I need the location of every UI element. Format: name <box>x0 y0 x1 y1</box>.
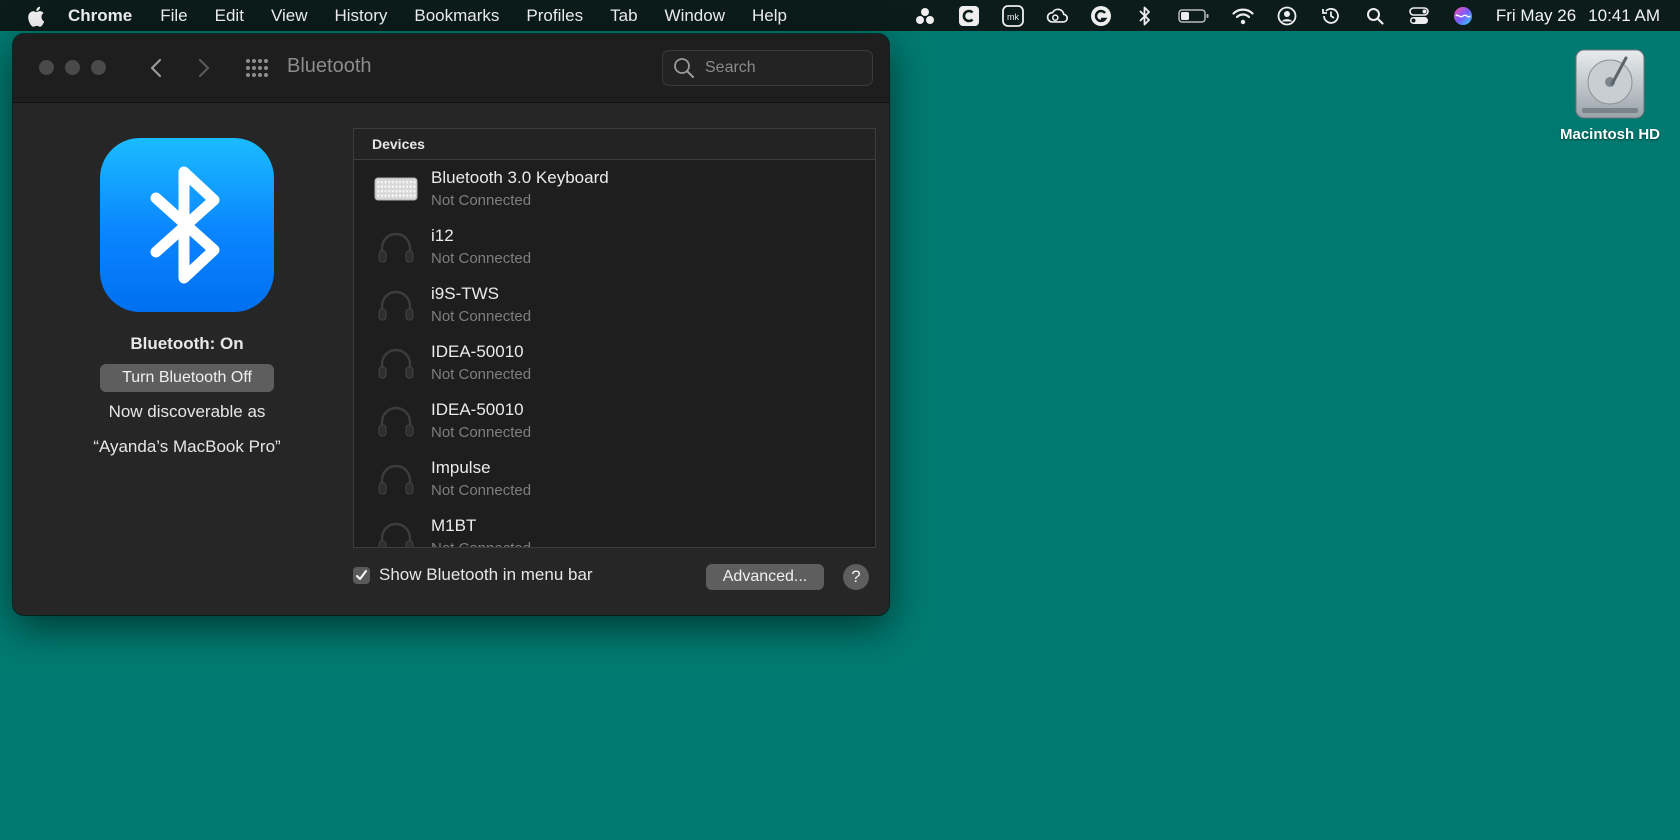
menu-window[interactable]: Window <box>665 6 725 26</box>
wifi-icon[interactable] <box>1232 5 1254 27</box>
dots-cluster-icon[interactable] <box>914 5 936 27</box>
menubar-time[interactable]: 10:41 AM <box>1588 6 1660 26</box>
desktop-icon-label: Macintosh HD <box>1559 126 1660 143</box>
turn-bluetooth-off-button[interactable]: Turn Bluetooth Off <box>100 364 274 392</box>
device-row[interactable]: Impulse Not Connected <box>354 450 875 508</box>
device-status: Not Connected <box>431 482 532 499</box>
bluetooth-preferences-window: Bluetooth Bluetooth: On Turn Bluetooth O… <box>13 34 889 615</box>
search-input[interactable] <box>703 58 857 78</box>
battery-icon[interactable] <box>1178 5 1210 27</box>
headphones-icon <box>374 288 418 322</box>
menu-bar: Chrome File Edit View History Bookmarks … <box>0 0 1680 31</box>
menu-history[interactable]: History <box>334 6 387 26</box>
grammarly-icon[interactable] <box>1090 5 1112 27</box>
discoverable-label: Now discoverable as <box>108 402 266 421</box>
device-status: Not Connected <box>431 250 532 267</box>
headphones-icon <box>374 404 418 438</box>
device-row[interactable]: i9S-TWS Not Connected <box>354 276 875 334</box>
keyboard-icon <box>374 172 418 206</box>
apple-menu-icon[interactable] <box>26 5 48 27</box>
device-name: i9S-TWS <box>431 284 499 303</box>
spotlight-search-icon[interactable] <box>1364 5 1386 27</box>
device-row[interactable]: IDEA-50010 Not Connected <box>354 334 875 392</box>
device-row[interactable]: Bluetooth 3.0 Keyboard Not Connected <box>354 160 875 218</box>
advanced-button[interactable]: Advanced... <box>706 564 824 590</box>
devices-header: Devices <box>354 129 875 160</box>
search-icon <box>673 57 695 79</box>
siri-icon[interactable] <box>1452 5 1474 27</box>
mk-app-icon[interactable]: mk <box>1001 4 1024 27</box>
device-name: Impulse <box>431 458 491 477</box>
headphones-icon <box>374 462 418 496</box>
menu-app-name[interactable]: Chrome <box>68 6 132 26</box>
device-name: IDEA-50010 <box>431 400 524 419</box>
devices-list[interactable]: Devices Bluetooth 3.0 Keyboard Not Connec… <box>353 128 876 548</box>
show-all-grid-icon[interactable] <box>243 55 269 81</box>
device-status: Not Connected <box>431 540 531 547</box>
device-row[interactable]: M1BT Not Connected <box>354 508 875 547</box>
device-name: IDEA-50010 <box>431 342 524 361</box>
menubar-date[interactable]: Fri May 26 <box>1496 6 1576 26</box>
window-toolbar: Bluetooth <box>13 34 889 103</box>
device-name: Bluetooth 3.0 Keyboard <box>431 168 609 187</box>
menu-help[interactable]: Help <box>752 6 787 26</box>
c-app-icon[interactable] <box>958 5 980 27</box>
bluetooth-logo-icon <box>100 138 274 312</box>
headphones-icon <box>374 346 418 380</box>
hard-drive-icon <box>1572 46 1648 122</box>
device-name: i12 <box>431 226 454 245</box>
zoom-button[interactable] <box>91 60 106 75</box>
forward-arrow-icon[interactable] <box>191 54 217 82</box>
status-area: mk Fri May 26 10:41 AM <box>914 0 1680 31</box>
minimize-button[interactable] <box>65 60 80 75</box>
user-icon[interactable] <box>1276 5 1298 27</box>
bluetooth-icon[interactable] <box>1134 5 1156 27</box>
device-row[interactable]: IDEA-50010 Not Connected <box>354 392 875 450</box>
device-status: Not Connected <box>431 424 532 441</box>
show-bluetooth-checkbox[interactable] <box>353 566 370 584</box>
discoverable-name: “Ayanda’s MacBook Pro” <box>93 437 281 456</box>
device-name: M1BT <box>431 516 477 535</box>
back-arrow-icon[interactable] <box>143 54 169 82</box>
window-title: Bluetooth <box>287 55 372 77</box>
menu-profiles[interactable]: Profiles <box>526 6 583 26</box>
menu-edit[interactable]: Edit <box>215 6 244 26</box>
search-field[interactable] <box>662 50 873 86</box>
menu-file[interactable]: File <box>160 6 187 26</box>
time-machine-icon[interactable] <box>1320 5 1342 27</box>
menu-tab[interactable]: Tab <box>610 6 637 26</box>
svg-text:mk: mk <box>1007 12 1019 22</box>
show-bluetooth-label[interactable]: Show Bluetooth in menu bar <box>379 565 593 585</box>
headphones-icon <box>374 520 418 547</box>
control-center-icon[interactable] <box>1408 5 1430 27</box>
headphones-icon <box>374 230 418 264</box>
device-status: Not Connected <box>431 192 532 209</box>
device-status: Not Connected <box>431 366 532 383</box>
help-button[interactable]: ? <box>843 564 869 590</box>
bluetooth-status: Bluetooth: On <box>130 334 244 353</box>
show-bluetooth-in-menu-bar[interactable]: Show Bluetooth in menu bar <box>353 565 593 585</box>
device-row[interactable]: i12 Not Connected <box>354 218 875 276</box>
close-button[interactable] <box>39 60 54 75</box>
creative-cloud-icon[interactable] <box>1046 5 1068 27</box>
device-rows: Bluetooth 3.0 Keyboard Not Connected i12 No… <box>354 160 875 547</box>
menu-view[interactable]: View <box>271 6 308 26</box>
desktop-icon-macintosh-hd[interactable]: Macintosh HD <box>1545 46 1675 143</box>
device-status: Not Connected <box>431 308 532 325</box>
menu-bookmarks[interactable]: Bookmarks <box>414 6 499 26</box>
